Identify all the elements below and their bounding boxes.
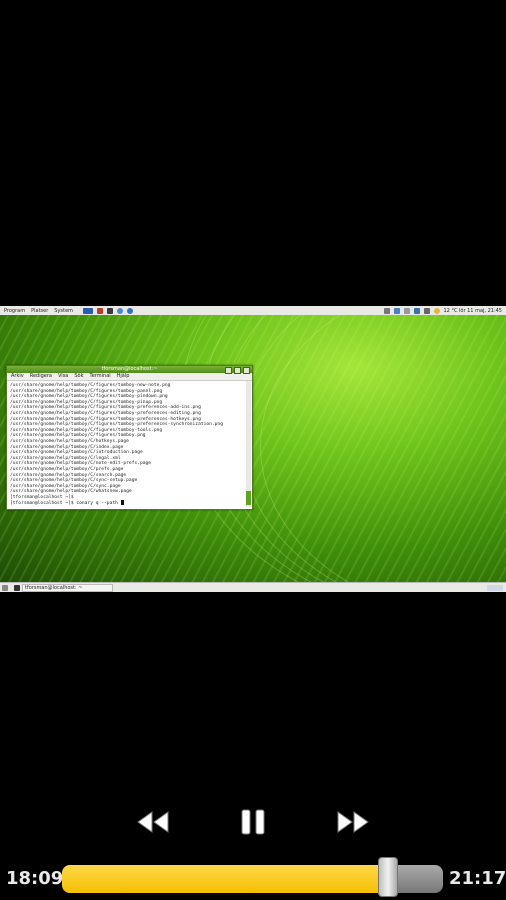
terminal-menubar: Arkiv Redigera Visa Sök Terminal Hjälp (7, 373, 252, 381)
menu-redigera[interactable]: Redigera (30, 373, 52, 380)
desktop-wallpaper: tforsman@localhost:~ Arkiv Redigera Visa… (0, 306, 506, 592)
taskbar-item-terminal[interactable]: tforsman@localhost: ~ (22, 584, 114, 592)
launcher-icon (96, 307, 103, 314)
menu-terminal[interactable]: Terminal (90, 373, 111, 380)
pause-icon (241, 809, 265, 835)
minimize-icon[interactable] (225, 367, 232, 374)
panel-menu-platser: Platser (31, 307, 49, 314)
menu-sok[interactable]: Sök (74, 373, 83, 380)
terminal-title: tforsman@localhost:~ (101, 366, 158, 372)
menu-arkiv[interactable]: Arkiv (11, 373, 24, 380)
seek-bar-progress (62, 865, 387, 893)
elapsed-time: 18:09 (6, 868, 64, 889)
terminal-line: [tforsman@localhost ~]$ conary q --path (10, 501, 118, 507)
close-icon[interactable] (243, 367, 250, 374)
scrollbar-thumb[interactable] (246, 491, 251, 505)
menu-visa[interactable]: Visa (58, 373, 68, 380)
window-buttons (225, 367, 250, 374)
panel-menu-program: Program (4, 307, 26, 314)
workspace-switcher-icon[interactable] (487, 585, 503, 591)
rewind-button[interactable] (131, 800, 175, 844)
terminal-prompt-line: [tforsman@localhost ~]$ conary q --path (10, 500, 249, 507)
launcher-icon (82, 307, 93, 314)
text-cursor (120, 500, 124, 506)
terminal-scrollbar[interactable] (246, 381, 251, 507)
seek-bar-row: 18:09 21:17 (0, 857, 506, 900)
terminal-titlebar[interactable]: tforsman@localhost:~ (7, 366, 252, 374)
terminal-task-icon (14, 585, 20, 591)
playback-controls (0, 800, 506, 844)
launcher-icon (126, 307, 133, 314)
rewind-icon (137, 811, 169, 833)
video-frame[interactable]: Program Platser System 12 °C lör 11 maj,… (0, 306, 506, 592)
pause-button[interactable] (231, 800, 275, 844)
launcher-icon (106, 307, 113, 314)
gnome-bottom-panel: tforsman@localhost: ~ (0, 582, 506, 592)
launcher-icon (116, 307, 123, 314)
fast-forward-button[interactable] (331, 800, 375, 844)
terminal-output[interactable]: /usr/share/gnome/help/tomboy/C/figures/t… (7, 381, 252, 509)
seek-bar-thumb[interactable] (377, 857, 398, 897)
fast-forward-icon (337, 811, 369, 833)
panel-menu-system: System (54, 307, 73, 314)
terminal-line: /usr/share/gnome/help/tomboy/C/figures/t… (10, 422, 223, 428)
show-desktop-icon[interactable] (2, 585, 8, 591)
maximize-icon[interactable] (234, 367, 241, 374)
total-time: 21:17 (449, 868, 506, 889)
terminal-window[interactable]: tforsman@localhost:~ Arkiv Redigera Visa… (6, 365, 253, 510)
menu-hjalp[interactable]: Hjälp (117, 373, 130, 380)
